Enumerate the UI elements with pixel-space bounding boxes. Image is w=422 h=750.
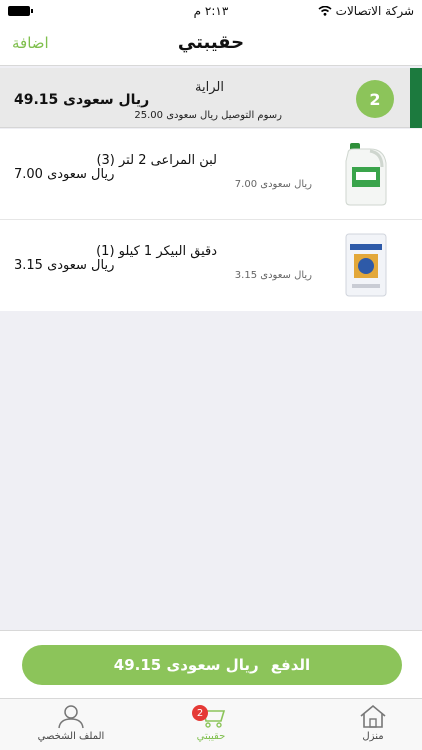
battery-icon: [8, 6, 33, 16]
home-icon: [360, 704, 386, 728]
tab-cart[interactable]: 2 حقيبتي: [166, 703, 256, 749]
tab-label: الملف الشخصي: [37, 731, 105, 742]
pay-button[interactable]: الدفع ريال سعودى 49.15: [22, 645, 402, 685]
store-name: الراية: [195, 80, 224, 95]
clock: ٢:١٣ م: [193, 4, 229, 18]
person-icon: [58, 705, 84, 729]
item-total: ريال سعودى 7.00: [14, 167, 115, 182]
tab-profile[interactable]: الملف الشخصي: [26, 703, 116, 749]
store-header[interactable]: 2 الراية ريال سعودى 49.15 رسوم التوصيل ر…: [0, 68, 422, 128]
navigation-bar: اضافة حقيبتي: [0, 22, 422, 66]
item-unit-price: ريال سعودى 7.00: [234, 179, 312, 190]
milk-jug-image: [345, 143, 387, 206]
item-count-badge: 2: [356, 80, 394, 118]
tab-label: حقيبتي: [196, 731, 226, 742]
status-bar: شركة الاتصالات ٢:١٣ م: [0, 0, 422, 22]
pay-label: الدفع: [270, 656, 311, 674]
list-item[interactable]: لبن المراعى 2 لتر (3) ريال سعودى 7.00 ري…: [0, 129, 422, 220]
item-name: دقيق البيكر 1 كيلو (1): [96, 244, 217, 259]
carrier-label: شركة الاتصالات: [335, 4, 414, 18]
store-accent-bar: [410, 68, 422, 128]
flour-bag-image: [345, 233, 387, 297]
tab-bar: منزل 2 حقيبتي الملف الشخصي: [0, 698, 422, 750]
list-item[interactable]: دقيق البيكر 1 كيلو (1) ريال سعودى 3.15 ر…: [0, 220, 422, 311]
cart-count-badge: 2: [192, 705, 208, 721]
item-unit-price: ريال سعودى 3.15: [234, 270, 312, 281]
item-total: ريال سعودى 3.15: [14, 258, 115, 273]
carrier-group: شركة الاتصالات: [318, 4, 414, 18]
item-name: لبن المراعى 2 لتر (3): [96, 153, 217, 168]
delivery-fee: رسوم التوصيل ريال سعودى 25.00: [134, 110, 282, 121]
cart-items-list: لبن المراعى 2 لتر (3) ريال سعودى 7.00 ري…: [0, 129, 422, 311]
tab-home[interactable]: منزل: [328, 703, 418, 749]
store-total: ريال سعودى 49.15: [14, 92, 150, 108]
wifi-icon: [318, 6, 332, 16]
page-title: حقيبتي: [177, 32, 245, 53]
tab-label: منزل: [362, 731, 384, 742]
pay-amount: ريال سعودى 49.15: [113, 656, 259, 674]
